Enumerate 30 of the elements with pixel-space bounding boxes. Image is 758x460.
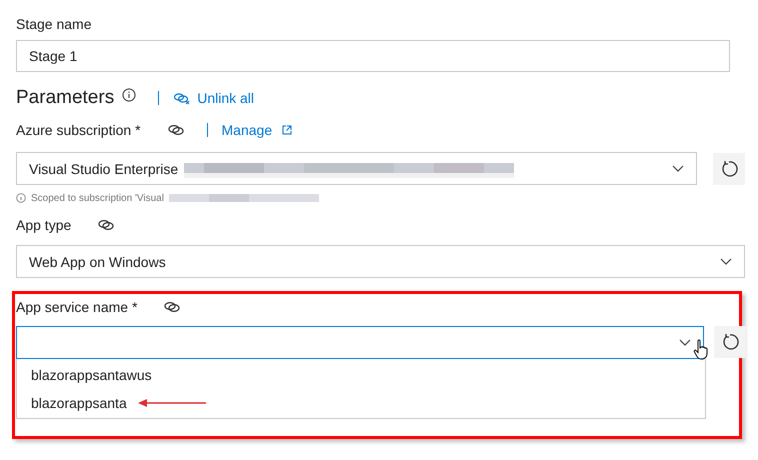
info-icon bbox=[16, 193, 26, 203]
hand-cursor-icon bbox=[693, 339, 709, 361]
hint-text: Scoped to subscription 'Visual bbox=[31, 192, 164, 204]
link-icon[interactable] bbox=[163, 301, 182, 313]
stage-name-field[interactable]: Stage 1 bbox=[16, 40, 730, 72]
refresh-icon bbox=[720, 160, 738, 178]
app-type-dropdown[interactable]: Web App on Windows bbox=[16, 245, 745, 278]
section-title: Parameters bbox=[16, 87, 114, 109]
external-link-icon bbox=[282, 125, 292, 135]
chevron-down-icon bbox=[720, 258, 732, 265]
arrow-icon bbox=[138, 398, 208, 408]
field-label: App service name * bbox=[16, 299, 138, 315]
link-icon[interactable] bbox=[166, 124, 185, 136]
refresh-button[interactable] bbox=[714, 326, 746, 358]
field-label: Stage name bbox=[16, 16, 92, 32]
info-icon bbox=[122, 88, 136, 102]
refresh-icon bbox=[721, 333, 739, 351]
link-icon[interactable] bbox=[97, 219, 116, 231]
dropdown-option[interactable]: blazorappsanta bbox=[17, 391, 705, 419]
redacted-text-icon bbox=[168, 193, 319, 203]
field-label: App type bbox=[16, 217, 72, 233]
field-label: Azure subscription * bbox=[16, 122, 141, 138]
unlink-all-link[interactable]: Unlink all bbox=[173, 90, 254, 106]
unlink-icon bbox=[173, 91, 192, 105]
chevron-down-icon bbox=[679, 339, 691, 346]
manage-link[interactable]: Manage bbox=[222, 122, 292, 138]
dropdown-option[interactable]: blazorappsantawus bbox=[17, 363, 705, 391]
chevron-down-icon bbox=[672, 165, 684, 172]
refresh-button[interactable] bbox=[713, 152, 745, 184]
subscription-dropdown[interactable]: Visual Studio Enterprise bbox=[16, 152, 697, 185]
